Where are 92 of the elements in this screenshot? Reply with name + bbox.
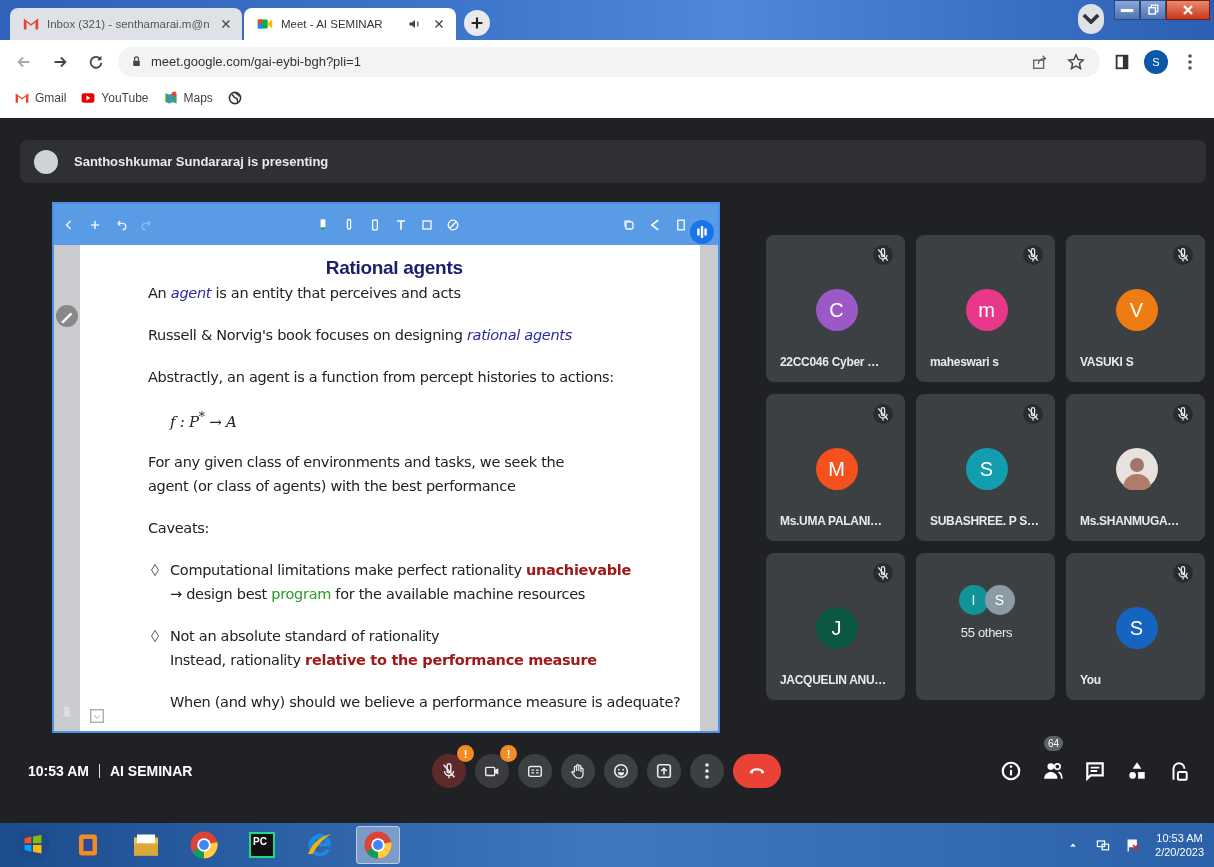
chevron-down-icon [1082, 13, 1100, 24]
menu-icon [1187, 52, 1193, 71]
present-button[interactable] [647, 754, 681, 788]
tab-title: Inbox (321) - senthamarai.m@n [47, 18, 210, 30]
new-tab-button[interactable] [464, 10, 490, 36]
leave-call-button[interactable] [733, 754, 781, 788]
pencil-icon [56, 305, 78, 327]
tab-search-button[interactable] [1078, 3, 1104, 34]
bookmark[interactable]: Gmail [14, 90, 67, 106]
shapes-icon [1126, 760, 1148, 782]
avatar: S [984, 585, 1015, 615]
lock-icon [130, 55, 143, 68]
participant-name: VASUKI S [1080, 355, 1135, 369]
start-button[interactable] [14, 826, 52, 864]
diamond-icon [148, 563, 162, 577]
avatar: S [1115, 607, 1158, 649]
avatar: C [815, 289, 858, 331]
participant-name: Ms.SHANMUGA… [1080, 514, 1181, 528]
more-options-button[interactable] [690, 754, 724, 788]
microphone-button[interactable] [432, 754, 466, 788]
avatar: J [815, 607, 858, 649]
smiley-icon [612, 762, 630, 780]
map-icon [162, 90, 179, 106]
avatar-icon [1115, 448, 1158, 490]
browser-icon [363, 830, 393, 860]
star-icon [1067, 52, 1085, 71]
slide-text: Caveats: [148, 519, 211, 538]
browser-tab[interactable]: Meet - AI SEMINAR [244, 8, 456, 40]
meeting-title: AI SEMINAR [109, 763, 193, 779]
slide-formula: f : P$^{*}$ → A [170, 408, 238, 433]
address-bar[interactable]: meet.google.com/gai-eybi-bgh?pli=1 [118, 46, 1100, 77]
avatar: M [815, 448, 858, 490]
participant-name: 55 others [959, 625, 1014, 640]
bookmark[interactable]: YouTube [80, 90, 149, 106]
participant-name: You [1080, 673, 1102, 687]
restore-icon [1145, 2, 1161, 18]
participant-name: JACQUELIN ANU… [780, 673, 888, 687]
participant-name: maheswari s [930, 355, 1000, 369]
chat-icon [1084, 760, 1106, 782]
slide-title: Rational agents [325, 257, 463, 279]
audio-level-icon [690, 220, 714, 244]
close-button[interactable] [1166, 0, 1210, 20]
slide-text: Not an absolute standard of rationality Instead, rationality relative to the performance measure [170, 627, 597, 670]
network-icon [1095, 837, 1112, 853]
slide-text: An agent is an entity that perceives and acts [148, 284, 462, 303]
taskbar-app[interactable]: PC [240, 826, 284, 864]
avatar: V [1115, 289, 1158, 331]
camera-button[interactable] [475, 754, 509, 788]
reactions-button[interactable] [604, 754, 638, 788]
tab-title: Meet - AI SEMINAR [281, 18, 384, 30]
clock[interactable]: 10:53 AM 2/20/2023 [1155, 831, 1204, 859]
more-icon [704, 762, 710, 780]
browser-icon [189, 830, 219, 860]
avatar: I [958, 585, 989, 615]
slide-text: When (and why) should we believe a performance measure is adequate? [170, 693, 681, 712]
side-panel-icon [1113, 52, 1131, 71]
microphone-off-icon [440, 762, 458, 780]
url-text: meet.google.com/gai-eybi-bgh?pli=1 [151, 54, 361, 69]
presenter-text: Santhoshkumar Sundararaj is presenting [74, 154, 329, 169]
diamond-icon [148, 629, 162, 643]
participant-name: 22CC046 Cyber … [780, 355, 880, 369]
people-icon [1042, 760, 1064, 782]
upload-icon [655, 762, 673, 780]
avatar: S [965, 448, 1008, 490]
count-badge: 64 [1044, 736, 1064, 751]
windows-logo [16, 828, 50, 862]
taskbar-app[interactable] [356, 826, 400, 864]
browser-tab[interactable]: Inbox (321) - senthamarai.m@n [10, 8, 242, 40]
meeting-time: 10:53 AM [28, 763, 89, 779]
minimize-icon [1119, 7, 1135, 13]
info-icon [1000, 760, 1022, 782]
participant-name: SUBASHREE. P S… [930, 514, 1040, 528]
slide-text: For any given class of environments and tasks, we seek the agent (or class of agents) with the best performance [148, 453, 566, 496]
avatar: m [965, 289, 1008, 331]
minimize-button[interactable] [1114, 0, 1140, 20]
slide-text: Russell & Norvig's book focuses on designing rational agents [148, 326, 573, 345]
bookmark[interactable]: Maps [162, 90, 213, 106]
slide-text: Abstractly, an agent is a function from percept histories to actions: [148, 368, 615, 387]
captions-button[interactable] [518, 754, 552, 788]
raise-hand-button[interactable] [561, 754, 595, 788]
profile-avatar[interactable]: S [1144, 49, 1168, 74]
avatar-icon [34, 149, 58, 174]
globe-icon [226, 90, 243, 106]
frame-icon [88, 707, 106, 725]
alert-badge: ! [457, 745, 474, 762]
play-icon [80, 90, 97, 106]
bookmark[interactable] [226, 90, 243, 106]
maximize-button[interactable] [1140, 0, 1166, 20]
alert-badge: ! [500, 745, 517, 762]
hand-icon [569, 762, 587, 780]
participant-name: Ms.UMA PALANI… [780, 514, 883, 528]
slide-text: Computational limitations make perfect rationality unachievable → design best program for the available machine resources [170, 561, 632, 604]
